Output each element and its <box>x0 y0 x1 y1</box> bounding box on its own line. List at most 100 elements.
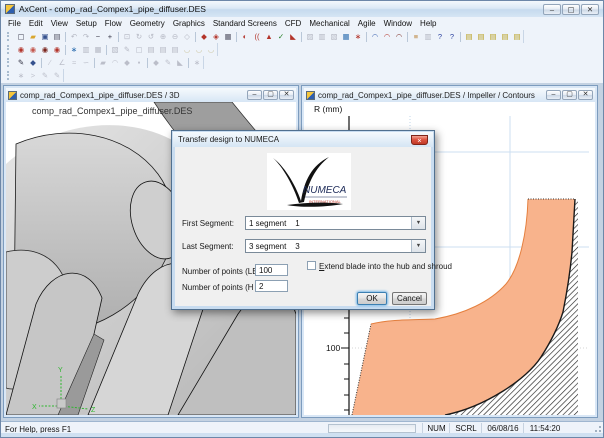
tool-transfer-numeca-icon[interactable]: ◐ <box>239 30 251 43</box>
tool-page-copy-1-icon[interactable]: ▤ <box>145 43 157 56</box>
tool-bend-3-icon[interactable]: ◡ <box>205 43 217 56</box>
tool-note-icon[interactable]: ▢ <box>133 43 145 56</box>
menu-view[interactable]: View <box>47 19 72 28</box>
tool-blade-export-icon[interactable]: ◣ <box>287 30 299 43</box>
contours-window-titlebar[interactable]: comp_rad_Compex1_pipe_diffuser.DES / Imp… <box>304 88 595 102</box>
tool-pen-2-icon[interactable]: ✎ <box>39 69 51 82</box>
tool-spin-icon[interactable]: ↺ <box>145 30 157 43</box>
tool-check-icon[interactable]: ✓ <box>275 30 287 43</box>
close-button[interactable]: ✕ <box>581 4 599 15</box>
tool-new-icon[interactable]: ▢ <box>15 30 27 43</box>
contours-minimize-button[interactable]: – <box>546 90 561 100</box>
tool-zoom-window-icon[interactable]: ⊡ <box>121 30 133 43</box>
tool-undo-icon[interactable]: ↶ <box>68 30 80 43</box>
menu-help[interactable]: Help <box>416 19 440 28</box>
tool-curve-blue-icon[interactable]: ◠ <box>369 30 381 43</box>
tool-levels-icon[interactable]: ≡ <box>410 30 422 43</box>
tool-edit-pencil-icon[interactable]: ✎ <box>121 43 133 56</box>
tool-bend-2-icon[interactable]: ◡ <box>193 43 205 56</box>
tool-layers-1-icon[interactable]: ▤ <box>463 30 475 43</box>
tool-sweep-icon[interactable]: ◠ <box>109 56 121 69</box>
tool-bend-1-icon[interactable]: ◡ <box>181 43 193 56</box>
minimize-button[interactable]: – <box>543 4 561 15</box>
tool-layers-4-icon[interactable]: ▤ <box>499 30 511 43</box>
cancel-button[interactable]: Cancel <box>392 292 427 305</box>
tool-marker-icon[interactable]: ▲ <box>263 30 275 43</box>
points-le-te-input[interactable]: 100 <box>255 264 288 276</box>
tool-blade-mesh-icon[interactable]: ◈ <box>210 30 222 43</box>
tool-zoom-minus-icon[interactable]: − <box>92 30 104 43</box>
tool-paste-special-icon[interactable]: ▥ <box>80 43 92 56</box>
menu-flow[interactable]: Flow <box>101 19 126 28</box>
tool-update-icon[interactable]: ∗ <box>68 43 80 56</box>
dialog-titlebar[interactable]: Transfer design to NUMECA × <box>173 132 433 147</box>
tool-surface-icon[interactable]: ▰ <box>97 56 109 69</box>
3d-close-button[interactable]: ✕ <box>279 90 294 100</box>
tool-blade-gray-icon[interactable]: ◆ <box>150 56 162 69</box>
tool-layers-2-icon[interactable]: ▤ <box>475 30 487 43</box>
points-h-s-input[interactable]: 2 <box>255 280 288 292</box>
tool-context-help-icon[interactable]: ? <box>446 30 458 43</box>
tool-zoom-in-icon[interactable]: ⊕ <box>157 30 169 43</box>
tool-zoom-out-icon[interactable]: ⊖ <box>169 30 181 43</box>
3d-minimize-button[interactable]: – <box>247 90 262 100</box>
tool-acoustics-icon[interactable]: (( <box>251 30 263 43</box>
menu-cfd[interactable]: CFD <box>281 19 305 28</box>
toolbar-grip[interactable] <box>7 45 12 54</box>
tool-toolkit-icon[interactable]: ✎ <box>15 56 27 69</box>
tool-fit-icon[interactable]: ◇ <box>181 30 193 43</box>
tool-wing-icon[interactable]: ◣ <box>174 56 186 69</box>
ok-button[interactable]: OK <box>357 292 387 305</box>
tool-sketch-icon[interactable]: ✎ <box>51 69 63 82</box>
tool-smooth-icon[interactable]: ∽ <box>80 56 92 69</box>
toolbar-grip[interactable] <box>7 32 12 41</box>
tool-edit-chart-icon[interactable]: ▧ <box>109 43 121 56</box>
tool-table-icon[interactable]: ▦ <box>340 30 352 43</box>
tool-design-grid-icon[interactable]: ▦ <box>222 30 234 43</box>
chevron-down-icon[interactable]: ▼ <box>411 240 425 252</box>
tool-line-icon[interactable]: ∕ <box>44 56 56 69</box>
toolbar-grip[interactable] <box>7 71 12 80</box>
contours-close-button[interactable]: ✕ <box>578 90 593 100</box>
tool-spark-icon[interactable]: ∗ <box>191 56 203 69</box>
tool-blade-solid-icon[interactable]: ◆ <box>198 30 210 43</box>
maximize-button[interactable]: ▢ <box>562 4 580 15</box>
tool-open-icon[interactable]: ▰ <box>27 30 39 43</box>
3d-restore-button[interactable]: ▢ <box>263 90 278 100</box>
tool-angle-icon[interactable]: > <box>27 69 39 82</box>
tool-point-icon[interactable]: ∗ <box>15 69 27 82</box>
tool-curve-icon[interactable]: ≈ <box>68 56 80 69</box>
menu-edit[interactable]: Edit <box>25 19 47 28</box>
menu-geometry[interactable]: Geometry <box>126 19 169 28</box>
tool-pen-icon[interactable]: ✎ <box>162 56 174 69</box>
dialog-close-button[interactable]: × <box>411 135 428 145</box>
tool-mesh-icon[interactable]: ▨ <box>304 30 316 43</box>
tool-layers-5-icon[interactable]: ▤ <box>511 30 523 43</box>
tool-curve-red-icon[interactable]: ◠ <box>381 30 393 43</box>
toolbar-grip[interactable] <box>7 58 12 67</box>
menu-graphics[interactable]: Graphics <box>169 19 209 28</box>
tool-blade-blue-icon[interactable]: ◆ <box>27 56 39 69</box>
tool-layers-3-icon[interactable]: ▤ <box>487 30 499 43</box>
last-segment-select[interactable]: 3 segment 3 ▼ <box>245 239 426 253</box>
tool-polyline-icon[interactable]: ∠ <box>56 56 68 69</box>
tool-burst-icon[interactable]: ∗ <box>352 30 364 43</box>
tool-copy-page-icon[interactable]: ▥ <box>422 30 434 43</box>
extend-blade-checkbox[interactable] <box>307 261 316 270</box>
tool-impeller-red2-icon[interactable]: ◉ <box>51 43 63 56</box>
tool-page-copy-3-icon[interactable]: ▤ <box>169 43 181 56</box>
tool-solid-icon[interactable]: ◆ <box>121 56 133 69</box>
3d-window-titlebar[interactable]: comp_rad_Compex1_pipe_diffuser.DES / 3D … <box>6 88 296 102</box>
menu-mechanical[interactable]: Mechanical <box>305 19 353 28</box>
tool-save-icon[interactable]: ▣ <box>39 30 51 43</box>
tool-impeller-red-icon[interactable]: ◉ <box>15 43 27 56</box>
menu-file[interactable]: File <box>4 19 25 28</box>
tool-copy-view-icon[interactable]: ▥ <box>316 30 328 43</box>
tool-report-icon[interactable]: ▧ <box>328 30 340 43</box>
tool-print-icon[interactable]: ▤ <box>51 30 63 43</box>
menu-setup[interactable]: Setup <box>72 19 101 28</box>
tool-shrink-icon[interactable]: ▪ <box>133 56 145 69</box>
menu-window[interactable]: Window <box>380 19 416 28</box>
contours-restore-button[interactable]: ▢ <box>562 90 577 100</box>
tool-zoom-plus-icon[interactable]: + <box>104 30 116 43</box>
